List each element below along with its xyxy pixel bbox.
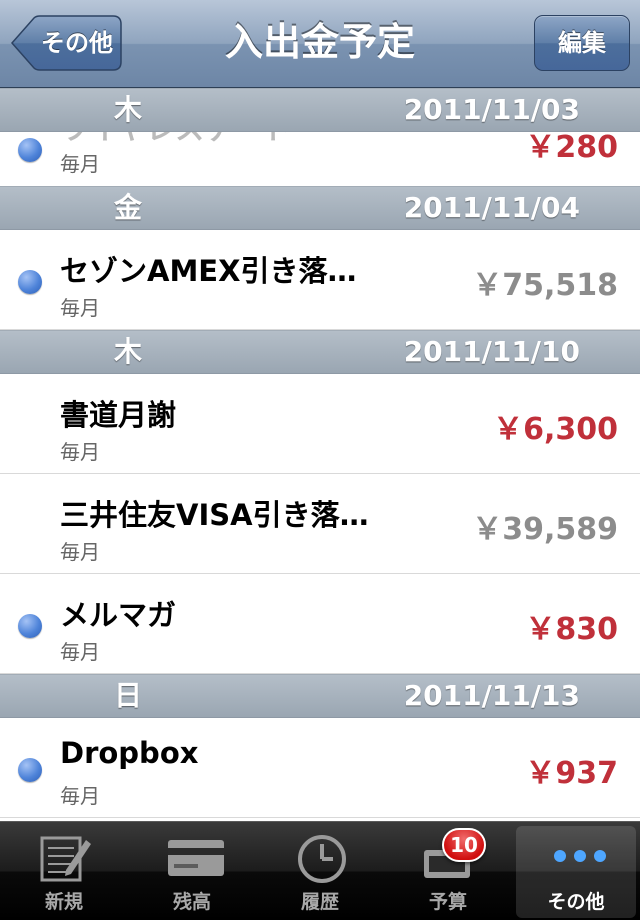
- item-name: Dropbox: [60, 736, 199, 770]
- item-frequency: 毎月: [60, 152, 100, 176]
- item-amount: ￥39,589: [472, 512, 618, 547]
- list-item[interactable]: セゾンAMEX引き落… 毎月 ￥75,518: [0, 230, 640, 330]
- status-dot-icon: [18, 758, 42, 782]
- tab-label: 残高: [172, 891, 211, 913]
- status-dot-icon: [18, 138, 42, 162]
- list-item[interactable]: Dropbox 毎月 ￥937: [0, 718, 640, 818]
- item-amount: ￥75,518: [472, 268, 618, 303]
- section-header: 木 2011/11/10: [0, 330, 640, 374]
- new-entry-icon: [40, 836, 91, 882]
- status-dot-icon: [18, 614, 42, 638]
- section-date: 2011/11/03: [403, 93, 580, 126]
- section-date: 2011/11/13: [403, 679, 580, 712]
- tab-bar: 新規 残高 履歴 10 予算 その他: [0, 821, 640, 920]
- section-header: 木 2011/11/03: [0, 88, 640, 132]
- item-name: 三井住友VISA引き落…: [60, 498, 369, 532]
- tab-balance[interactable]: 残高: [132, 826, 252, 918]
- item-amount: ￥830: [525, 612, 618, 647]
- section-header: 日 2011/11/13: [0, 674, 640, 718]
- section-day: 日: [113, 679, 142, 712]
- clock-icon: [298, 835, 346, 883]
- card-icon: [168, 840, 224, 876]
- tab-label: その他: [547, 891, 605, 913]
- item-frequency: 毎月: [60, 440, 100, 464]
- schedule-list[interactable]: ワイヤレスゲート 毎月 ￥280 木 2011/11/03 金 2011/11/…: [0, 88, 640, 821]
- item-amount: ￥937: [525, 756, 618, 791]
- status-dot-icon: [18, 270, 42, 294]
- item-frequency: 毎月: [60, 540, 100, 564]
- more-icon: [554, 850, 606, 862]
- list-item[interactable]: 書道月謝 毎月 ￥6,300: [0, 374, 640, 474]
- list-item[interactable]: 三井住友VISA引き落… 毎月 ￥39,589: [0, 474, 640, 574]
- section-day: 金: [113, 191, 142, 224]
- section-date: 2011/11/04: [403, 191, 580, 224]
- notification-badge: 10: [442, 828, 486, 862]
- navigation-bar: その他 入出金予定 編集: [0, 0, 640, 88]
- section-day: 木: [113, 335, 142, 368]
- section-date: 2011/11/10: [403, 335, 580, 368]
- tab-label: 予算: [428, 891, 467, 913]
- item-frequency: 毎月: [60, 640, 100, 664]
- item-name: セゾンAMEX引き落…: [60, 254, 357, 288]
- tab-more[interactable]: その他: [516, 826, 636, 918]
- tab-label: 新規: [44, 891, 83, 913]
- section-day: 木: [113, 93, 142, 126]
- section-header: 金 2011/11/04: [0, 186, 640, 230]
- tab-budget[interactable]: 10 予算: [388, 826, 508, 918]
- tab-new[interactable]: 新規: [4, 826, 124, 918]
- edit-button[interactable]: 編集: [534, 15, 630, 71]
- item-frequency: 毎月: [60, 784, 100, 808]
- tab-history[interactable]: 履歴: [260, 826, 380, 918]
- list-item[interactable]: メルマガ 毎月 ￥830: [0, 574, 640, 674]
- item-amount: ￥6,300: [493, 412, 618, 447]
- item-frequency: 毎月: [60, 296, 100, 320]
- item-name: 書道月謝: [60, 398, 177, 432]
- item-name: メルマガ: [60, 598, 177, 632]
- tab-label: 履歴: [300, 891, 339, 913]
